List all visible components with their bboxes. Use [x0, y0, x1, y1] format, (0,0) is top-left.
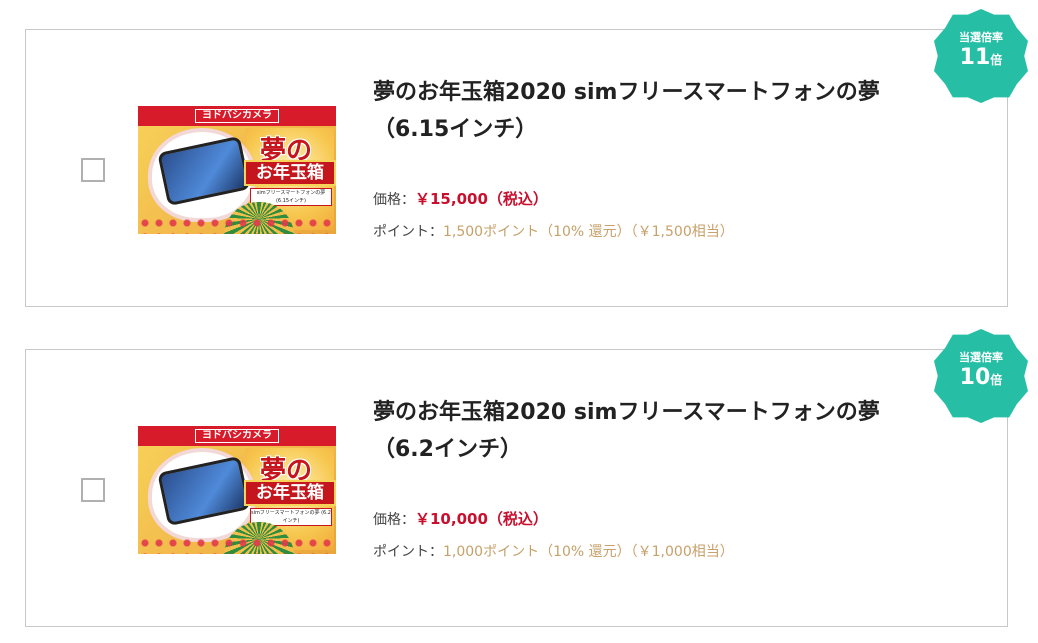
- image-banner: ヨドバシカメラ: [138, 106, 336, 126]
- win-rate-badge: 当選倍率 10倍: [934, 329, 1028, 423]
- point-label: ポイント：: [373, 544, 443, 560]
- plum-blossom-pattern: [138, 216, 336, 234]
- product-image[interactable]: ヨドバシカメラ 夢の お年玉箱 simフリースマートフォンの夢 (6.15インチ…: [138, 106, 336, 234]
- image-title-main: お年玉箱: [244, 160, 336, 186]
- product-title[interactable]: 夢のお年玉箱2020 simフリースマートフォンの夢（6.2インチ）: [373, 394, 933, 468]
- price-row: 価格：￥10,000（税込）: [373, 508, 548, 529]
- price-row: 価格：￥15,000（税込）: [373, 188, 548, 209]
- image-title-main: お年玉箱: [244, 480, 336, 506]
- select-checkbox[interactable]: [81, 478, 105, 502]
- point-row: ポイント：1,000ポイント（10% 還元）（￥1,000相当）: [373, 541, 734, 561]
- product-image[interactable]: ヨドバシカメラ 夢の お年玉箱 simフリースマートフォンの夢 (6.2インチ): [138, 426, 336, 554]
- price-value: ￥10,000（税込）: [415, 510, 548, 528]
- badge-number: 11: [959, 45, 991, 70]
- badge-unit: 倍: [990, 373, 1003, 387]
- price-value: ￥15,000（税込）: [415, 190, 548, 208]
- image-store-label: ヨドバシカメラ: [195, 109, 279, 123]
- point-row: ポイント：1,500ポイント（10% 還元）（￥1,500相当）: [373, 221, 734, 241]
- price-label: 価格：: [373, 512, 415, 528]
- point-label: ポイント：: [373, 224, 443, 240]
- image-banner: ヨドバシカメラ: [138, 426, 336, 446]
- badge-label: 当選倍率: [959, 351, 1003, 364]
- badge-number-row: 10倍: [934, 365, 1028, 393]
- badge-number-row: 11倍: [934, 45, 1028, 73]
- win-rate-badge: 当選倍率 11倍: [934, 9, 1028, 103]
- plum-blossom-pattern: [138, 536, 336, 554]
- point-value: 1,500ポイント（10% 還元）（￥1,500相当）: [443, 224, 734, 240]
- select-checkbox[interactable]: [81, 158, 105, 182]
- badge-label: 当選倍率: [959, 31, 1003, 44]
- product-card: ヨドバシカメラ 夢の お年玉箱 simフリースマートフォンの夢 (6.15インチ…: [25, 29, 1008, 307]
- price-label: 価格：: [373, 192, 415, 208]
- badge-number: 10: [959, 365, 991, 390]
- badge-unit: 倍: [990, 53, 1003, 67]
- image-store-label: ヨドバシカメラ: [195, 429, 279, 443]
- point-value: 1,000ポイント（10% 還元）（￥1,000相当）: [443, 544, 734, 560]
- product-title[interactable]: 夢のお年玉箱2020 simフリースマートフォンの夢（6.15インチ）: [373, 74, 933, 148]
- product-card: ヨドバシカメラ 夢の お年玉箱 simフリースマートフォンの夢 (6.2インチ)…: [25, 349, 1008, 627]
